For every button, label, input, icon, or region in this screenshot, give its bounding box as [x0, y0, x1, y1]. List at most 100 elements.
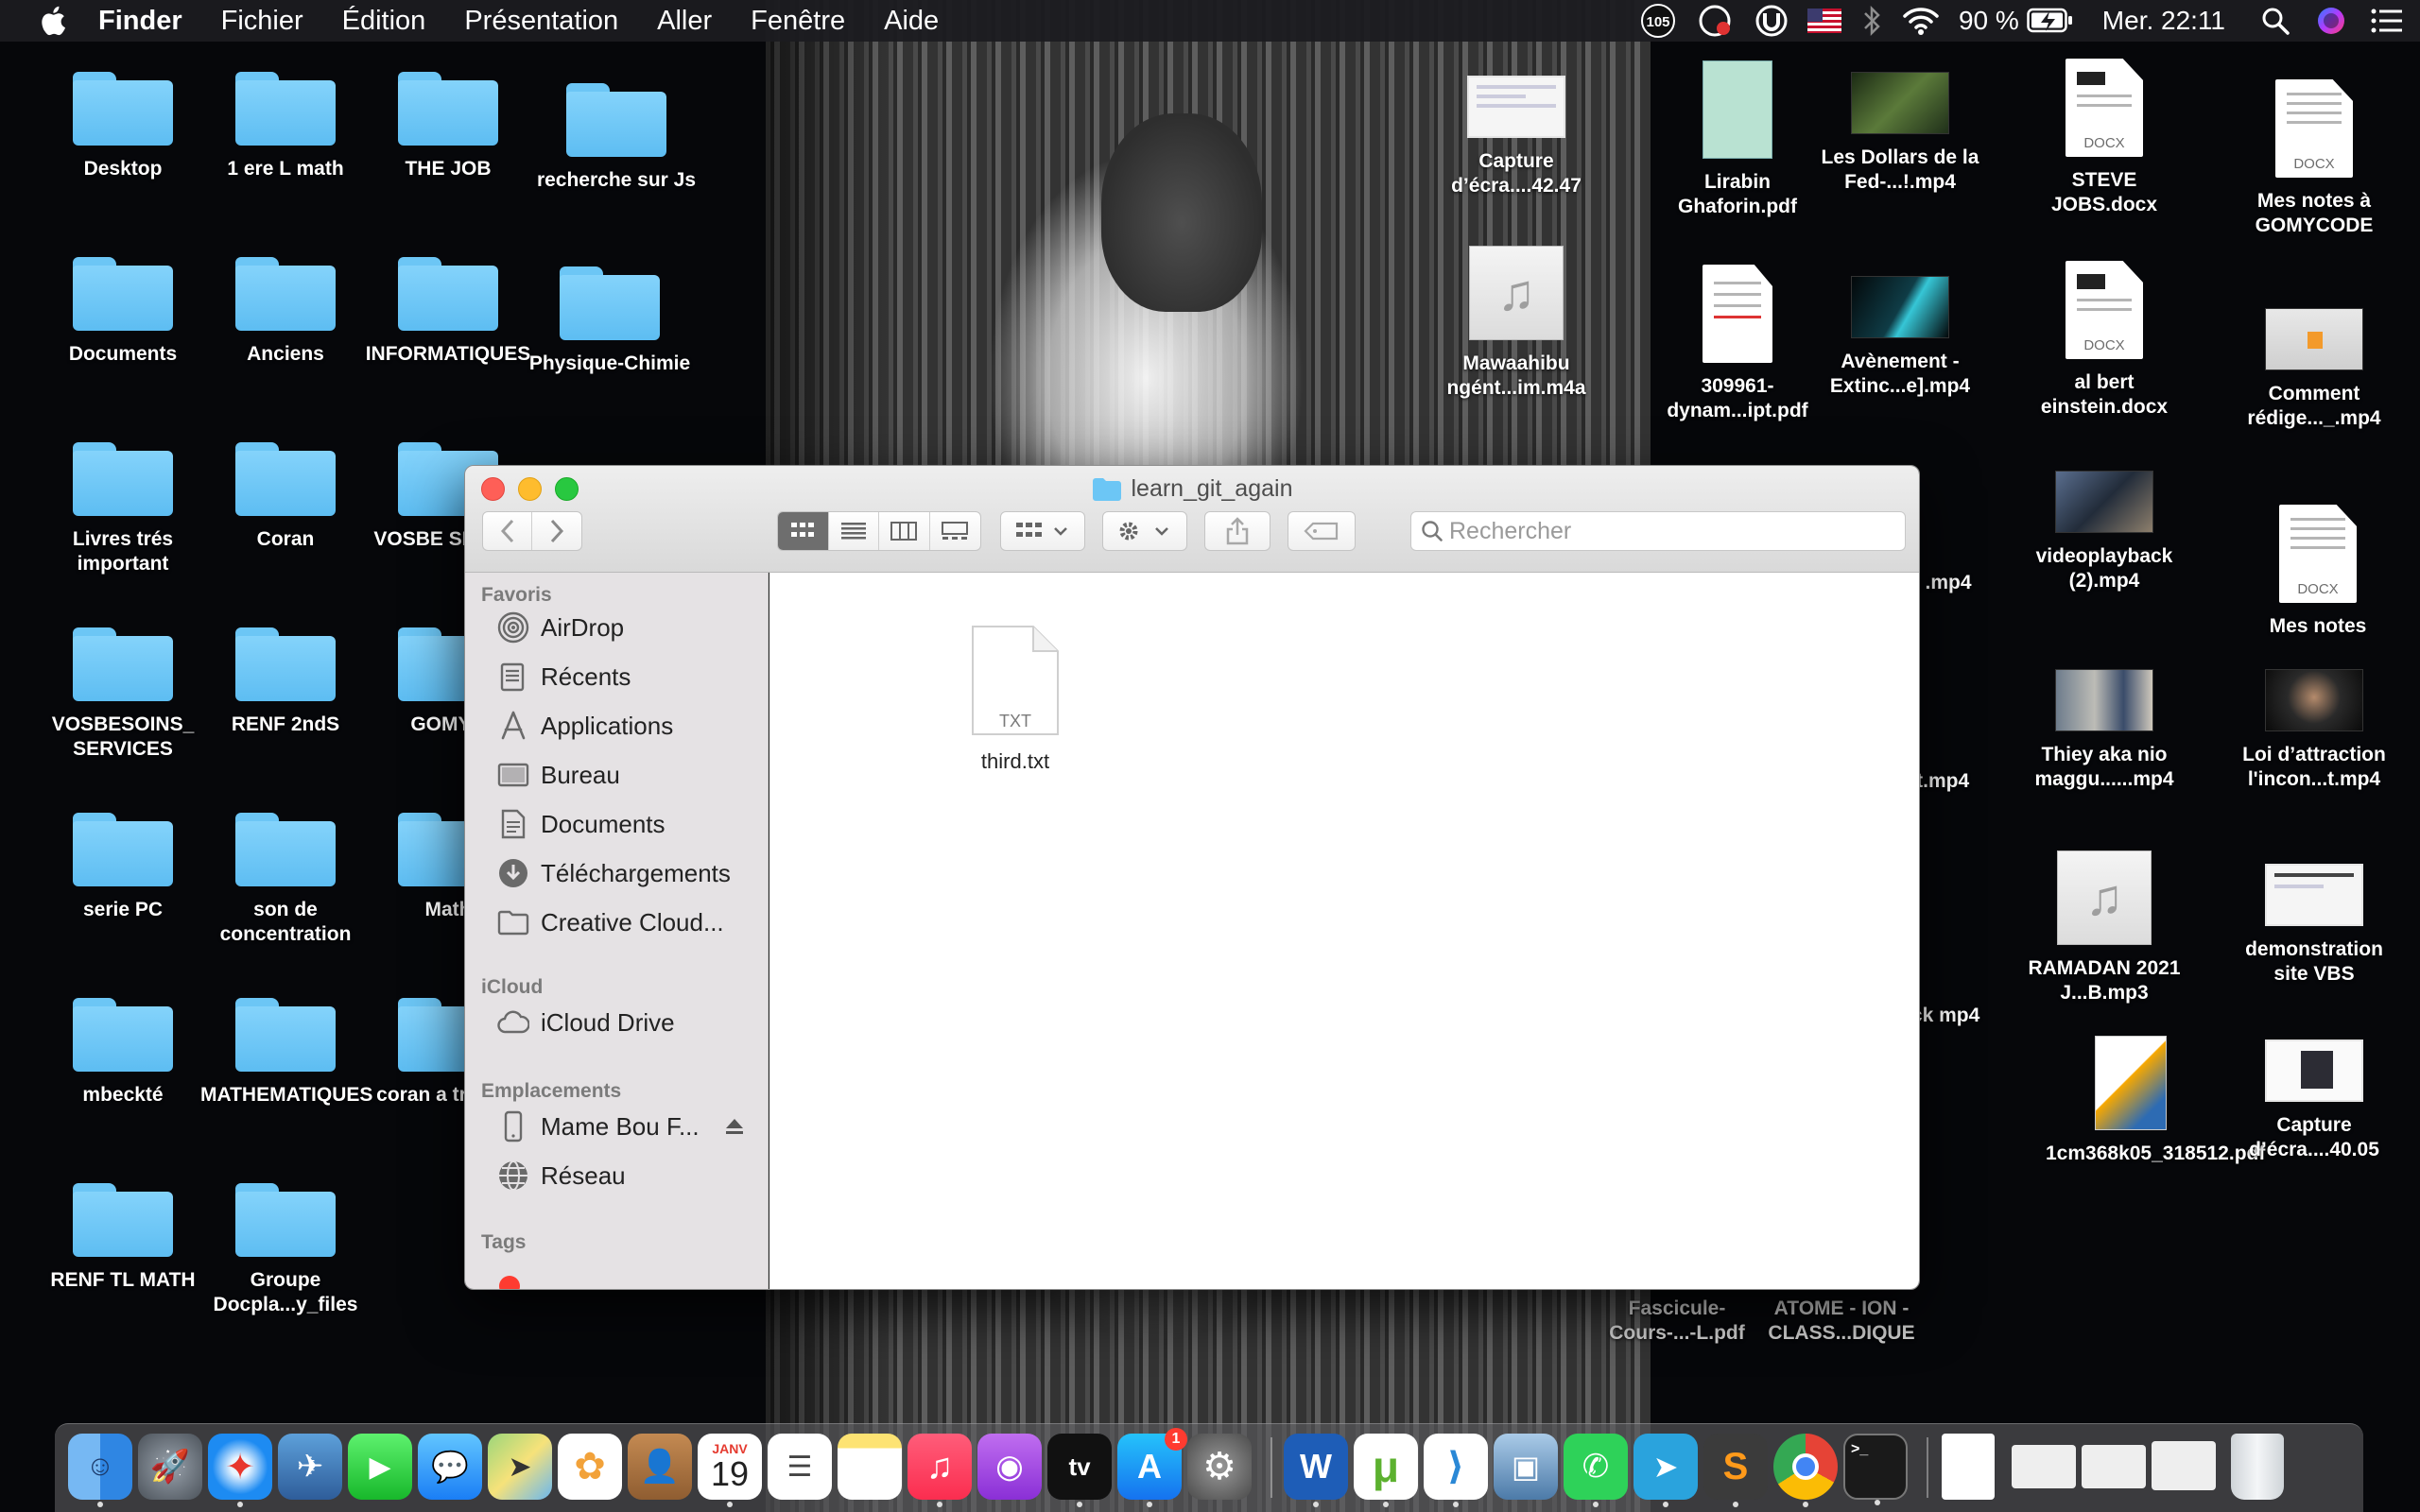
desktop-file-video[interactable]: Avènement - Extinc...e].mp4	[1815, 276, 1985, 399]
menu-fichier[interactable]: Fichier	[221, 6, 303, 37]
dock-telegram-icon[interactable]: ➤	[1634, 1434, 1698, 1507]
desktop-file-docx[interactable]: DOCX Mes notes	[2233, 505, 2403, 639]
dock-photos-icon[interactable]: ✿	[558, 1434, 622, 1500]
action-gear-button[interactable]	[1102, 511, 1187, 551]
desktop-file-docx[interactable]: DOCX STEVE JOBS.docx	[2019, 59, 2189, 217]
desktop-folder[interactable]: RENF TL MATH	[38, 1183, 208, 1293]
dock-preview-icon[interactable]: ▣	[1494, 1434, 1558, 1500]
search-input[interactable]	[1449, 517, 1893, 545]
dock-whatsapp-icon[interactable]: ✆	[1564, 1434, 1628, 1507]
dock-calendar-icon[interactable]: JANV 19	[698, 1434, 762, 1507]
desktop-file-pdf[interactable]: Lirabin Ghaforin.pdf	[1652, 60, 1823, 219]
desktop-file-audio[interactable]: ♫ Mawaahibu ngént...im.m4a	[1431, 246, 1601, 401]
utorrent-menubar-icon[interactable]	[1754, 0, 1789, 42]
desktop-folder[interactable]: INFORMATIQUES	[363, 257, 533, 367]
dock-app-store-icon[interactable]: A1	[1117, 1428, 1187, 1507]
wifi-icon[interactable]	[1902, 0, 1940, 42]
finder-window[interactable]: learn_git_again Favo	[464, 465, 1920, 1290]
sidebar-item-bureau[interactable]: Bureau	[497, 756, 754, 794]
desktop-folder[interactable]: 1 ere L math	[200, 72, 371, 181]
desktop-file-docx[interactable]: DOCX al bert einstein.docx	[2019, 261, 2189, 420]
list-view-button[interactable]	[829, 512, 879, 550]
dock-system-preferences-icon[interactable]: ⚙	[1187, 1434, 1252, 1500]
group-by-button[interactable]	[1000, 511, 1085, 551]
dock-tv-icon[interactable]: tv	[1047, 1434, 1112, 1507]
dock-launchpad-icon[interactable]: 🚀	[138, 1434, 202, 1500]
desktop-folder[interactable]: recherche sur Js	[531, 83, 701, 193]
menu-aller[interactable]: Aller	[657, 6, 712, 37]
app-menu-finder[interactable]: Finder	[98, 6, 182, 37]
sidebar-item-creative-cloud[interactable]: Creative Cloud...	[497, 903, 754, 941]
dock-sublime-text-icon[interactable]: S	[1703, 1434, 1768, 1507]
desktop-folder[interactable]: VOSBESOINS_ SERVICES	[38, 627, 208, 762]
desktop-file-pdf[interactable]: Fascicule-Cours-...-L.pdf	[1592, 1285, 1762, 1346]
finder-content-area[interactable]: TXT third.txt	[769, 573, 1919, 1289]
back-button[interactable]	[483, 512, 533, 550]
desktop-file-audio[interactable]: ♫ RAMADAN 2021 J...B.mp3	[2019, 850, 2189, 1005]
dock-downloads-stack-icon[interactable]	[2082, 1445, 2146, 1488]
desktop-file-docx[interactable]: DOCX Mes notes à GOMYCODE	[2229, 79, 2399, 238]
desktop-folder[interactable]: RENF 2ndS	[200, 627, 371, 737]
desktop-file-video[interactable]: Thiey aka nio maggu......mp4	[2019, 669, 2189, 792]
battery-charging-icon[interactable]	[2027, 0, 2074, 42]
dock-notes-icon[interactable]	[838, 1434, 902, 1500]
dock-documents-stack-icon[interactable]	[2152, 1441, 2216, 1490]
dock-reminders-icon[interactable]: ☰	[768, 1434, 832, 1500]
menu-presentation[interactable]: Présentation	[464, 6, 618, 37]
desktop-file-video[interactable]: Comment rédige..._.mp4	[2229, 308, 2399, 431]
siri-icon[interactable]	[2316, 0, 2346, 42]
notification-badge-icon[interactable]: 105	[1640, 0, 1679, 42]
sidebar-item-device[interactable]: Mame Bou F...	[497, 1108, 754, 1145]
search-field[interactable]	[1410, 511, 1906, 551]
desktop-folder[interactable]: serie PC	[38, 813, 208, 922]
dock-facetime-icon[interactable]: ▶	[348, 1434, 412, 1500]
dock-safari-icon[interactable]: ✦	[208, 1434, 272, 1507]
tag-color-dot[interactable]	[499, 1276, 520, 1289]
sidebar-item-airdrop[interactable]: AirDrop	[497, 609, 754, 646]
column-view-button[interactable]	[879, 512, 930, 550]
notification-center-icon[interactable]	[2371, 0, 2403, 42]
desktop-folder[interactable]: Physique-Chimie	[525, 266, 695, 376]
dock-utorrent-icon[interactable]: μ	[1354, 1434, 1418, 1507]
dock-messages-icon[interactable]: 💬	[418, 1434, 482, 1500]
desktop-folder[interactable]: mbeckté	[38, 998, 208, 1108]
desktop-file-pdf[interactable]: 309961-dynam...ipt.pdf	[1652, 265, 1823, 423]
creative-cloud-icon[interactable]	[1698, 0, 1736, 42]
sidebar-item-icloud-drive[interactable]: iCloud Drive	[497, 1004, 754, 1041]
desktop-file-screenshot[interactable]: Capture d’écra....40.05	[2229, 1040, 2399, 1162]
dock-vscode-icon[interactable]: ⟩	[1424, 1434, 1488, 1507]
forward-button[interactable]	[532, 512, 581, 550]
apple-menu-icon[interactable]	[40, 6, 66, 36]
dock-terminal-icon[interactable]: >_	[1843, 1434, 1908, 1505]
menu-aide[interactable]: Aide	[884, 6, 939, 37]
desktop-folder[interactable]: THE JOB	[363, 72, 533, 181]
sidebar-item-recents[interactable]: Récents	[497, 658, 754, 696]
desktop-file-video[interactable]: Loi d’attraction l'incon...t.mp4	[2229, 669, 2399, 792]
dock-word-icon[interactable]: W	[1284, 1434, 1348, 1507]
sidebar-item-documents[interactable]: Documents	[497, 805, 754, 843]
desktop-file-video[interactable]: Les Dollars de la Fed-...!.mp4	[1815, 72, 1985, 195]
share-button[interactable]	[1204, 511, 1270, 551]
sidebar-item-telechargements[interactable]: Téléchargements	[497, 854, 754, 892]
dock-trash-icon[interactable]	[2231, 1434, 2284, 1500]
tags-button[interactable]	[1288, 511, 1356, 551]
desktop-folder[interactable]: Documents	[38, 257, 208, 367]
desktop-folder[interactable]: Livres trés important	[38, 442, 208, 576]
dock-finder-icon[interactable]: ☺	[68, 1434, 132, 1507]
dock-pdf-document-icon[interactable]	[1942, 1434, 1995, 1500]
desktop-folder[interactable]: Coran	[200, 442, 371, 552]
desktop-folder[interactable]: Groupe Docpla...y_files	[200, 1183, 371, 1317]
menubar-clock[interactable]: Mer. 22:11	[2102, 6, 2225, 36]
sidebar-item-reseau[interactable]: Réseau	[497, 1157, 754, 1194]
desktop-folder[interactable]: Anciens	[200, 257, 371, 367]
desktop-file-screenshot[interactable]: demonstration site VBS	[2229, 864, 2399, 987]
us-flag-icon[interactable]	[1806, 0, 1841, 42]
file-item[interactable]: TXT third.txt	[963, 625, 1067, 774]
dock-podcasts-icon[interactable]: ◉	[977, 1434, 1042, 1500]
desktop-file-screenshot[interactable]: Capture d’écra....42.47	[1431, 76, 1601, 198]
dock-maps-icon[interactable]: ➤	[488, 1434, 552, 1500]
desktop-folder[interactable]: MATHEMATIQUES	[200, 998, 372, 1108]
sidebar-item-applications[interactable]: Applications	[497, 707, 754, 745]
dock-chrome-icon[interactable]	[1773, 1434, 1838, 1507]
icon-view-button[interactable]	[778, 512, 829, 550]
